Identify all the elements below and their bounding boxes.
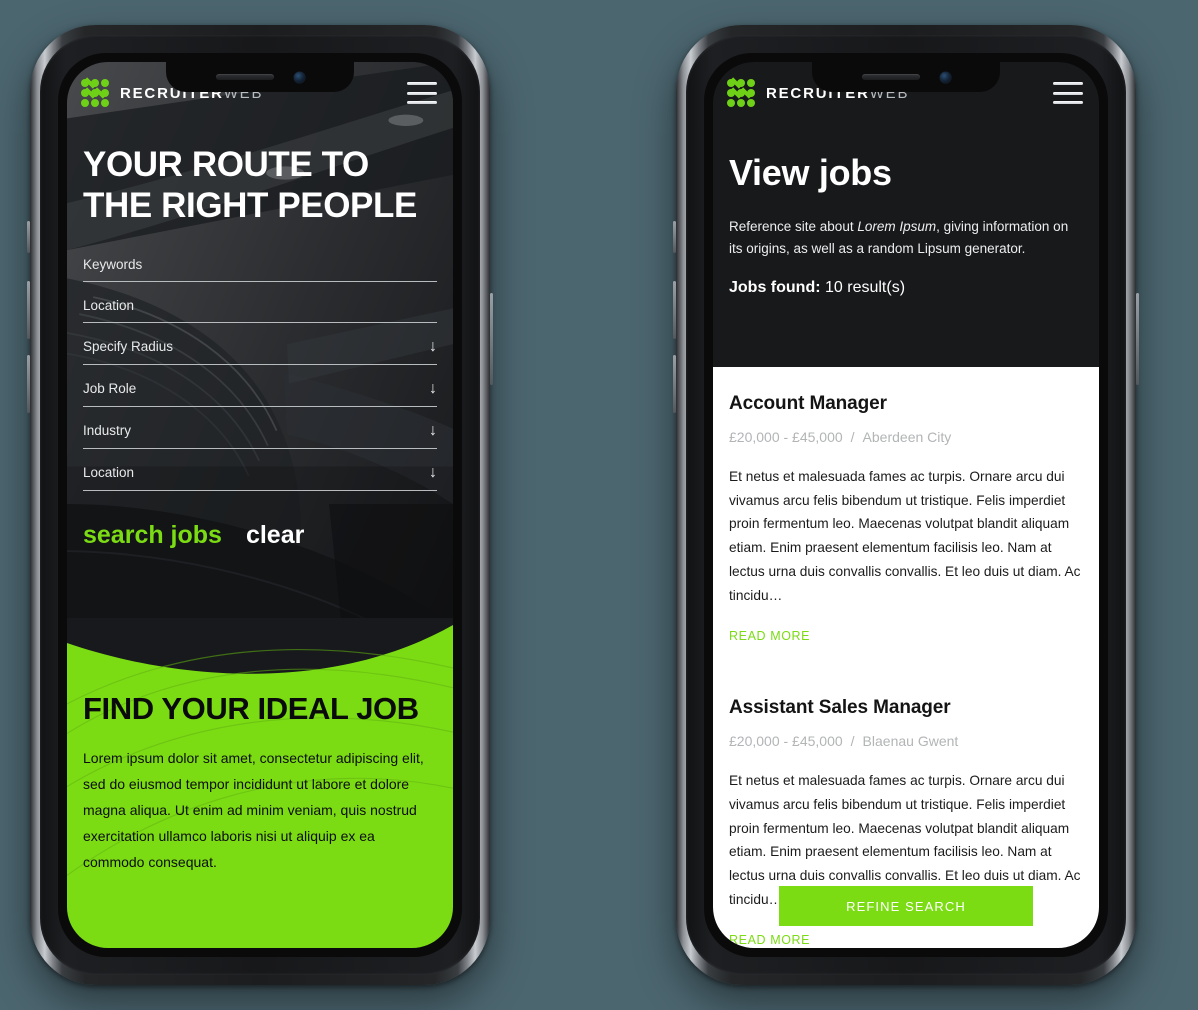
front-camera-icon xyxy=(293,71,305,83)
job-description: Et netus et malesuada fames ac turpis. O… xyxy=(729,469,1081,603)
phone-power-button xyxy=(490,293,493,385)
job-title: Assistant Sales Manager xyxy=(729,697,951,719)
job-title: Account Manager xyxy=(729,393,887,414)
search-jobs-button[interactable]: search jobs xyxy=(83,521,222,550)
green-section-content: FIND YOUR IDEAL JOB Lorem ipsum dolor si… xyxy=(67,618,453,876)
phone-frame-inner-left: RECRUITERWEB YOUR ROUTE TO THE RIGHT PEO… xyxy=(40,35,480,975)
hero-content: YOUR ROUTE TO THE RIGHT PEOPLE Keywords … xyxy=(67,144,453,550)
find-ideal-job-section: FIND YOUR IDEAL JOB Lorem ipsum dolor si… xyxy=(67,618,453,948)
search-field-specify-radius-label: Specify Radius xyxy=(83,339,174,355)
phone-mute-switch xyxy=(27,221,30,253)
earpiece-speaker-icon-right xyxy=(861,74,920,80)
job-meta: £20,000 - £45,000 / Aberdeen City xyxy=(729,429,1083,445)
jobs-found-label: Jobs found: xyxy=(729,278,821,296)
jobs-found-value: 10 result(s) xyxy=(825,278,906,296)
phone-screen-right: RECRUITERWEB View jobs Reference site ab… xyxy=(713,62,1099,948)
job-salary: £20,000 - £45,000 xyxy=(729,429,843,445)
chevron-down-icon-industry: ↓ xyxy=(429,421,437,439)
hero-title: YOUR ROUTE TO THE RIGHT PEOPLE xyxy=(83,145,417,226)
search-field-location-select-label: Location xyxy=(83,465,135,481)
view-jobs-intro: View jobs Reference site about Lorem Ips… xyxy=(713,152,1099,297)
phone-screen-left: RECRUITERWEB YOUR ROUTE TO THE RIGHT PEO… xyxy=(67,62,453,948)
search-field-keywords-label: Keywords xyxy=(83,256,143,272)
hamburger-menu-icon-right[interactable] xyxy=(1053,82,1083,104)
phone-mockup-right: RECRUITERWEB View jobs Reference site ab… xyxy=(673,25,1139,985)
chevron-down-icon-job-role: ↓ xyxy=(429,379,437,397)
job-meta-separator: / xyxy=(850,733,855,750)
chevron-down-icon-radius: ↓ xyxy=(429,337,437,355)
phone-mockup-left: RECRUITERWEB YOUR ROUTE TO THE RIGHT PEO… xyxy=(27,25,493,985)
page-intro-text: Reference site about Lorem Ipsum, giving… xyxy=(729,216,1083,261)
job-search-form: Keywords Location Specify Radius ↓ Job R… xyxy=(83,257,437,491)
hamburger-menu-icon-left[interactable] xyxy=(407,82,437,104)
jobs-found-status: Jobs found: 10 result(s) xyxy=(729,279,1083,297)
clear-button[interactable]: clear xyxy=(246,521,304,550)
earpiece-speaker-icon xyxy=(215,74,274,80)
search-field-industry[interactable]: Industry ↓ xyxy=(83,421,437,449)
refine-search-button[interactable]: REFINE SEARCH xyxy=(779,886,1033,926)
search-field-location-text-label: Location xyxy=(83,297,135,313)
phone-mute-switch-right xyxy=(673,221,676,253)
phone-volume-up-button-right xyxy=(673,281,676,339)
job-location: Aberdeen City xyxy=(862,429,952,445)
search-field-job-role-label: Job Role xyxy=(83,381,137,397)
phone-bezel-right: RECRUITERWEB View jobs Reference site ab… xyxy=(704,53,1108,957)
search-field-location-text[interactable]: Location xyxy=(83,298,437,323)
search-field-industry-label: Industry xyxy=(83,423,132,439)
phone-frame-inner-right: RECRUITERWEB View jobs Reference site ab… xyxy=(686,35,1126,975)
search-field-specify-radius[interactable]: Specify Radius ↓ xyxy=(83,337,437,365)
read-more-link[interactable]: READ MORE xyxy=(729,933,810,947)
phone-bezel-left: RECRUITERWEB YOUR ROUTE TO THE RIGHT PEO… xyxy=(58,53,462,957)
search-field-keywords[interactable]: Keywords xyxy=(83,257,437,282)
job-card[interactable]: Account Manager £20,000 - £45,000 / Aberde… xyxy=(713,367,1099,671)
intro-italic: Lorem Ipsum xyxy=(857,219,937,234)
job-location: Blaenau Gwent xyxy=(862,733,959,750)
job-results-list[interactable]: Account Manager £20,000 - £45,000 / Aberde… xyxy=(713,367,1099,948)
front-camera-icon-right xyxy=(939,71,951,83)
view-jobs-header-content: RECRUITERWEB View jobs Reference site ab… xyxy=(713,62,1099,297)
phone-volume-down-button xyxy=(27,355,30,413)
search-field-location-select[interactable]: Location ↓ xyxy=(83,463,437,491)
phone-notch-left xyxy=(166,62,354,92)
recruiterweb-logo-icon xyxy=(81,77,109,107)
find-ideal-job-title: FIND YOUR IDEAL JOB xyxy=(83,691,419,726)
phone-notch-right xyxy=(812,62,1000,92)
search-field-job-role[interactable]: Job Role ↓ xyxy=(83,379,437,407)
intro-before: Reference site about xyxy=(729,219,858,234)
recruiterweb-logo-icon-right xyxy=(727,77,755,107)
job-salary: £20,000 - £45,000 xyxy=(729,733,843,750)
read-more-link[interactable]: READ MORE xyxy=(729,629,810,643)
find-ideal-job-body: Lorem ipsum dolor sit amet, consectetur … xyxy=(83,750,424,870)
page-title: View jobs xyxy=(729,152,892,193)
phone-volume-down-button-right xyxy=(673,355,676,413)
chevron-down-icon-location: ↓ xyxy=(429,463,437,481)
job-meta: £20,000 - £45,000 / Blaenau Gwent xyxy=(729,733,1083,749)
app-viewport-right: RECRUITERWEB View jobs Reference site ab… xyxy=(713,62,1099,948)
phone-volume-up-button xyxy=(27,281,30,339)
app-viewport-left: RECRUITERWEB YOUR ROUTE TO THE RIGHT PEO… xyxy=(67,62,453,948)
job-meta-separator: / xyxy=(850,429,855,445)
phone-power-button-right xyxy=(1136,293,1139,385)
form-actions: search jobs clear xyxy=(83,521,437,550)
